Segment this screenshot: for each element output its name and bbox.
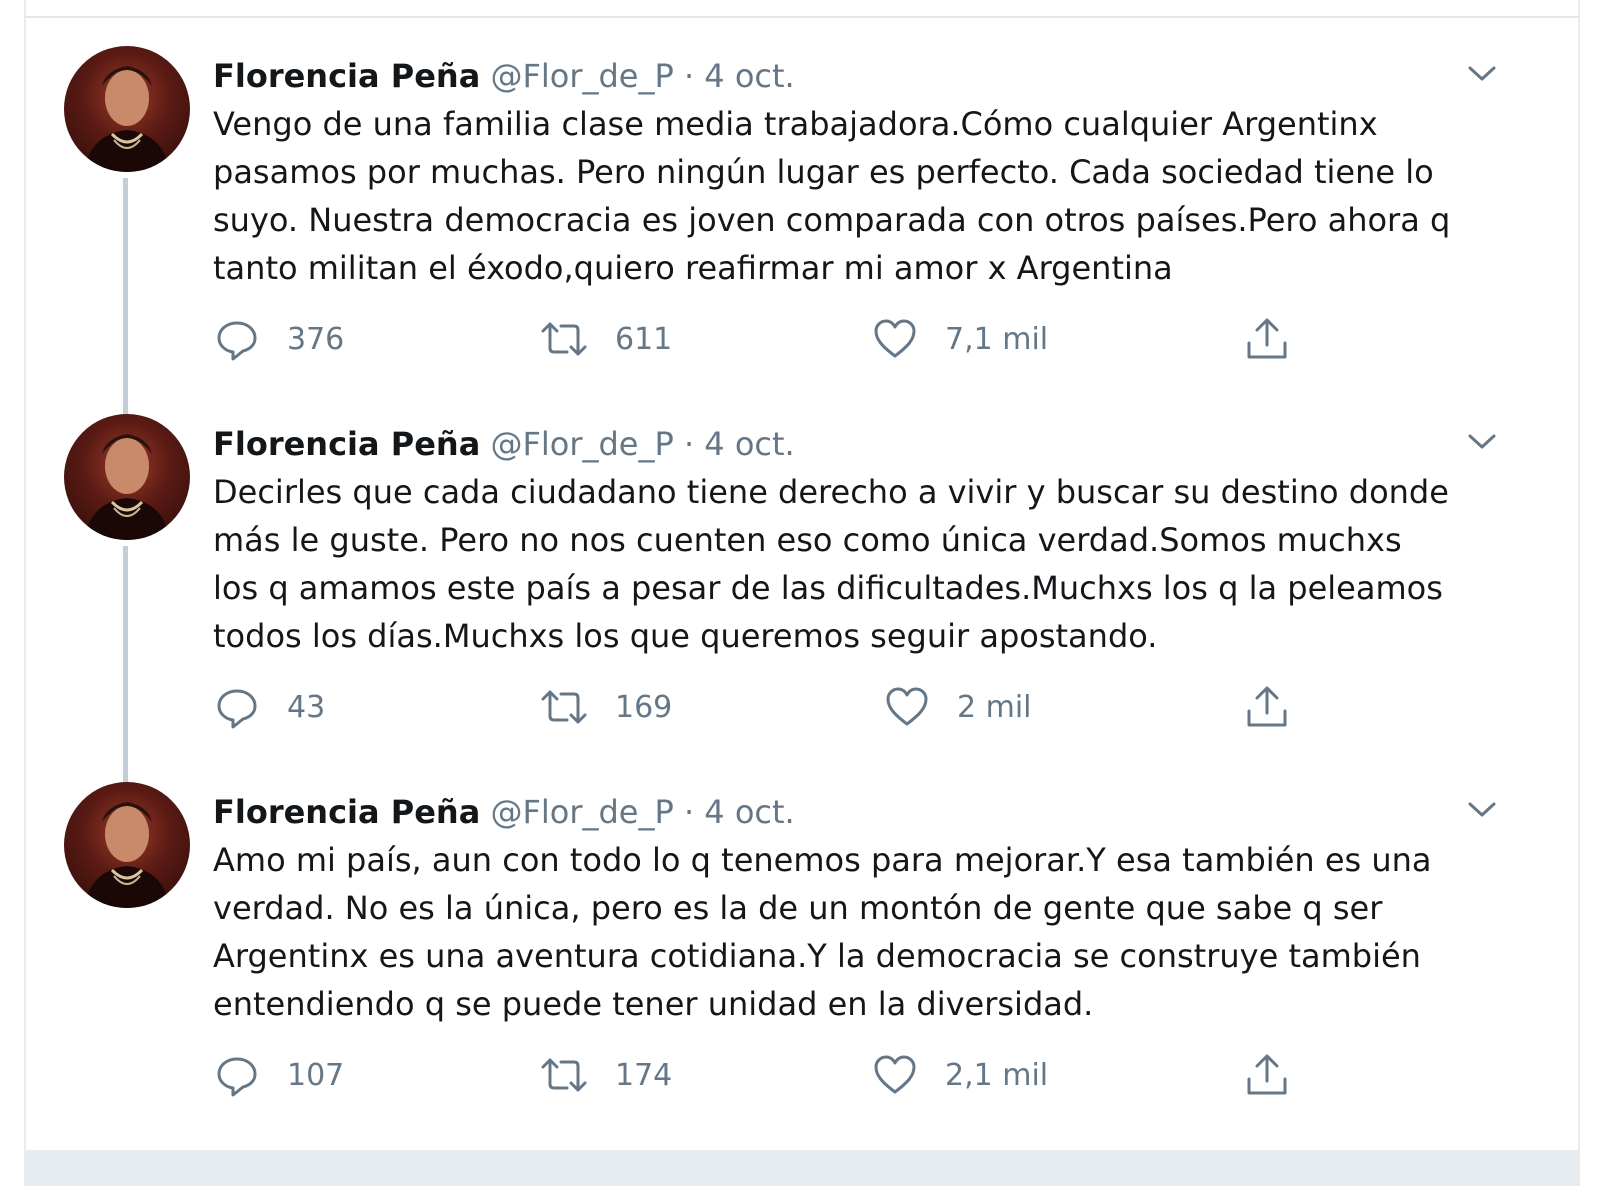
author-handle[interactable]: @Flor_de_P [490, 57, 673, 95]
tweet[interactable]: Florencia Peña @Flor_de_P · 4 oct. Vengo… [24, 18, 1580, 418]
reply-count: 107 [287, 1057, 345, 1093]
retweet-count: 611 [615, 321, 673, 357]
avatar[interactable] [64, 782, 190, 908]
tweet[interactable]: Florencia Peña @Flor_de_P · 4 oct. Amo m… [24, 754, 1580, 1122]
share-button[interactable] [1243, 314, 1291, 364]
share-button[interactable] [1243, 682, 1291, 732]
separator-dot: · [683, 57, 695, 95]
reply-count: 43 [287, 689, 326, 725]
share-icon [1243, 315, 1291, 363]
like-button[interactable]: 2,1 mil [871, 1050, 1048, 1100]
like-count: 2,1 mil [945, 1057, 1049, 1093]
like-button[interactable]: 7,1 mil [871, 314, 1048, 364]
heart-icon [871, 315, 919, 363]
share-icon [1243, 1051, 1291, 1099]
avatar[interactable] [64, 46, 190, 172]
retweet-icon [539, 1051, 589, 1099]
retweet-icon [539, 683, 589, 731]
tweet[interactable]: Florencia Peña @Flor_de_P · 4 oct. Decir… [24, 386, 1580, 786]
avatar[interactable] [64, 414, 190, 540]
retweet-count: 169 [615, 689, 673, 725]
reply-icon [213, 683, 261, 731]
tweet-header: Florencia Peña @Flor_de_P · 4 oct. [213, 422, 795, 466]
retweet-icon [539, 315, 589, 363]
retweet-button[interactable]: 174 [539, 1050, 672, 1100]
tweet-date[interactable]: 4 oct. [704, 425, 794, 463]
retweet-button[interactable]: 611 [539, 314, 672, 364]
tweet-header: Florencia Peña @Flor_de_P · 4 oct. [213, 790, 795, 834]
thread-connector [123, 178, 128, 418]
like-count: 2 mil [957, 689, 1032, 725]
timeline-page: Florencia Peña @Flor_de_P · 4 oct. Vengo… [0, 0, 1600, 1186]
share-icon [1243, 683, 1291, 731]
heart-icon [883, 683, 931, 731]
retweet-count: 174 [615, 1057, 673, 1093]
tweet-text: Vengo de una familia clase media trabaja… [213, 105, 1451, 287]
reply-icon [213, 1051, 261, 1099]
author-name[interactable]: Florencia Peña [213, 425, 480, 463]
tweet-date[interactable]: 4 oct. [704, 793, 794, 831]
reply-button[interactable]: 107 [213, 1050, 344, 1100]
author-name[interactable]: Florencia Peña [213, 57, 480, 95]
thread-connector [123, 546, 128, 786]
chevron-down-icon[interactable] [1460, 52, 1504, 96]
reply-count: 376 [287, 321, 345, 357]
reply-button[interactable]: 43 [213, 682, 325, 732]
tweet-date[interactable]: 4 oct. [704, 57, 794, 95]
timeline-footer-band [24, 1150, 1580, 1186]
author-name[interactable]: Florencia Peña [213, 793, 480, 831]
share-button[interactable] [1243, 1050, 1291, 1100]
separator-dot: · [683, 793, 695, 831]
tweet-actions: 107 174 2,1 mil [213, 1050, 1313, 1100]
like-button[interactable]: 2 mil [883, 682, 1032, 732]
heart-icon [871, 1051, 919, 1099]
chevron-down-icon[interactable] [1460, 420, 1504, 464]
tweet-text: Decirles que cada ciudadano tiene derech… [213, 473, 1449, 655]
tweet-text: Amo mi país, aun con todo lo q tenemos p… [213, 841, 1432, 1023]
tweet-header: Florencia Peña @Flor_de_P · 4 oct. [213, 54, 795, 98]
author-handle[interactable]: @Flor_de_P [490, 793, 673, 831]
chevron-down-icon[interactable] [1460, 788, 1504, 832]
retweet-button[interactable]: 169 [539, 682, 672, 732]
reply-icon [213, 315, 261, 363]
tweet-actions: 376 611 7,1 mil [213, 314, 1313, 364]
separator-dot: · [683, 425, 695, 463]
reply-button[interactable]: 376 [213, 314, 344, 364]
like-count: 7,1 mil [945, 321, 1049, 357]
author-handle[interactable]: @Flor_de_P [490, 425, 673, 463]
tweet-actions: 43 169 2 mil [213, 682, 1313, 732]
